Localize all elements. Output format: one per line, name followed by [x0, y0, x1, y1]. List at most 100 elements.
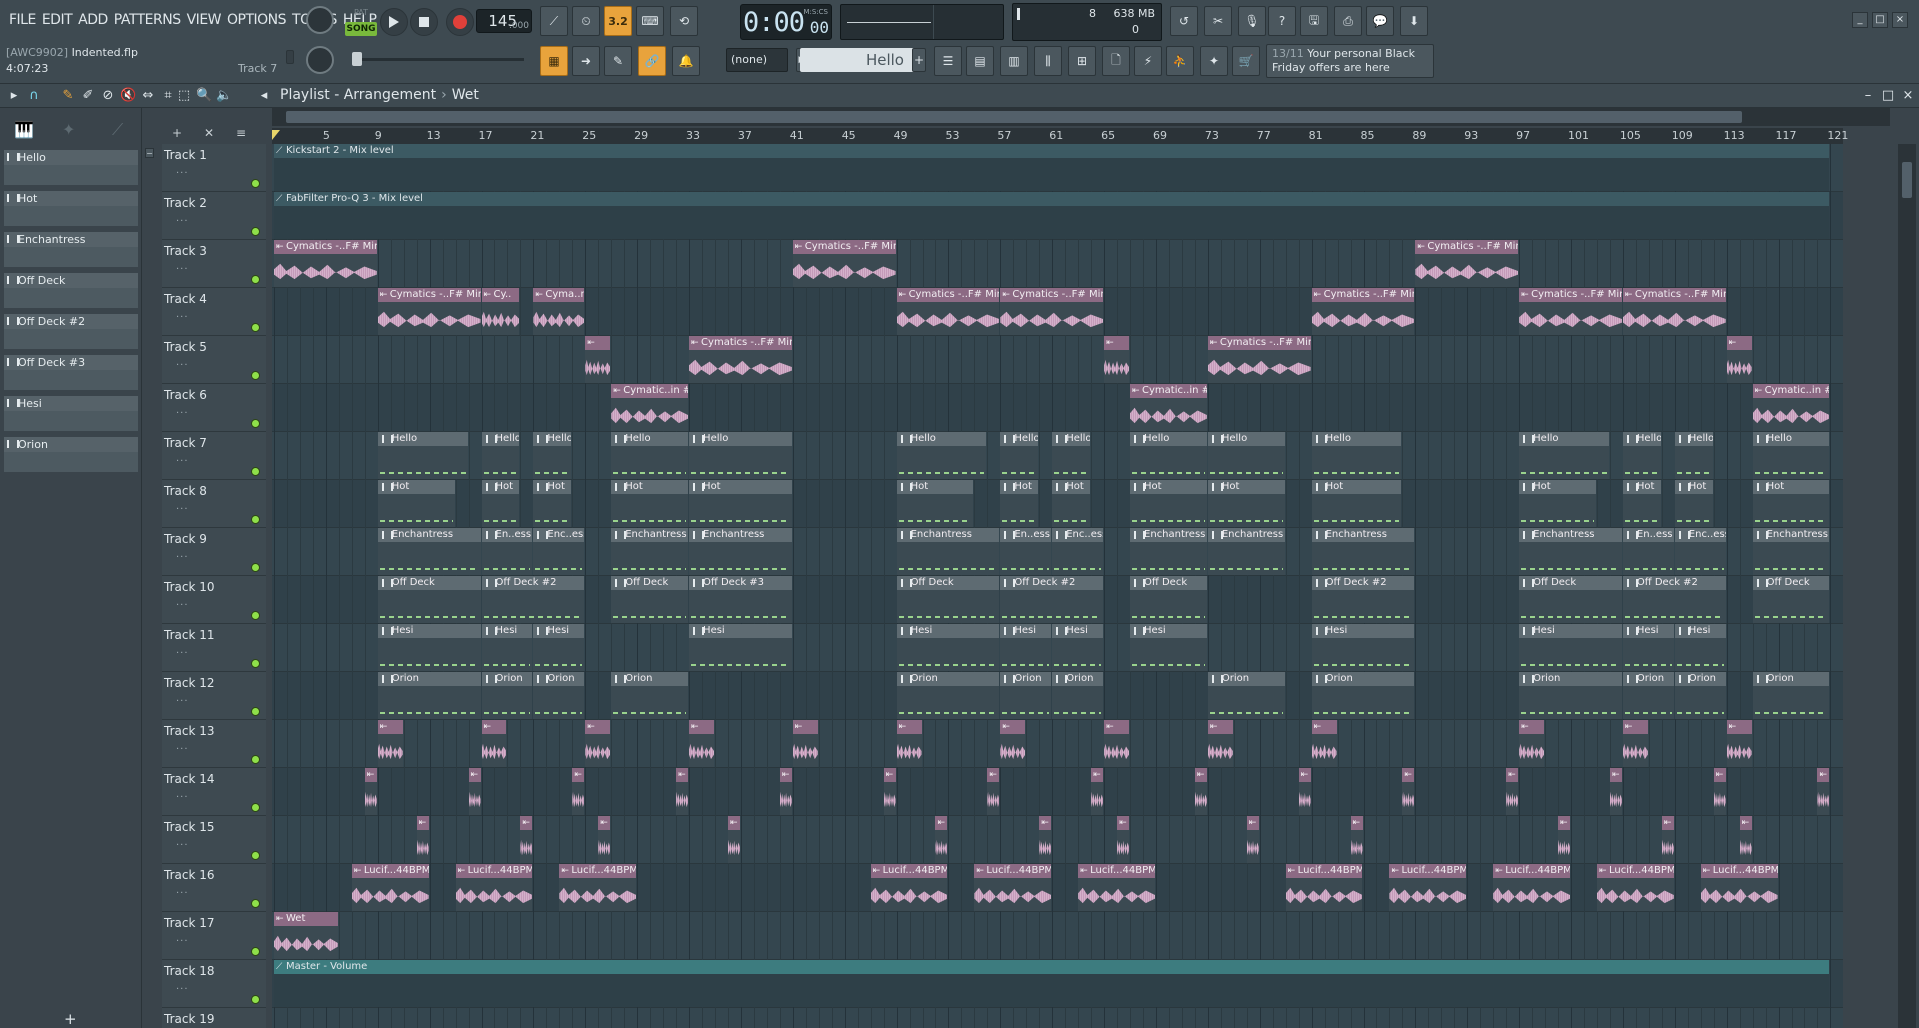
track-header[interactable]: Track 7 ··· [162, 432, 266, 480]
pat-clip[interactable]: Hello [896, 432, 987, 479]
metronome-bell-button[interactable]: 🔔 [672, 46, 700, 76]
track-mute-led[interactable] [251, 227, 260, 236]
audio-clip[interactable]: ⇤ [1039, 816, 1052, 863]
audio-clip[interactable]: ⇤ [585, 336, 611, 383]
vertical-scroll-thumb[interactable] [1902, 162, 1912, 198]
track-mute-led[interactable] [251, 851, 260, 860]
menu-patterns[interactable]: PATTERNS [111, 10, 184, 30]
pat-clip[interactable]: En..ess [1000, 528, 1052, 575]
pat-clip[interactable]: Hello [1000, 432, 1039, 479]
link-button[interactable]: 🔗 [638, 46, 666, 76]
audio-clip[interactable]: ⇤ Lucif...44BPM) [1493, 864, 1571, 911]
pat-clip[interactable]: Hot [1752, 480, 1830, 527]
audio-clip[interactable]: ⇤ [1713, 768, 1726, 815]
track-header[interactable]: Track 2 ··· [162, 192, 266, 240]
track-mute-led[interactable] [251, 275, 260, 284]
master-pitch-knob[interactable] [306, 46, 334, 74]
track-grip-icon[interactable]: ··· [176, 840, 189, 851]
tempo-display[interactable]: 145 .000 [476, 9, 532, 33]
audio-clip[interactable]: ⇤ Cy.. [481, 288, 520, 335]
pat-clip[interactable]: Orion [377, 672, 481, 719]
audio-clip[interactable]: ⇤ [1311, 720, 1337, 767]
track-mute-led[interactable] [251, 995, 260, 1004]
track-mute-led[interactable] [251, 419, 260, 428]
audio-clip[interactable]: ⇤ Cyma..n [533, 288, 585, 335]
help-button[interactable]: ? [1268, 6, 1296, 36]
menu-file[interactable]: FILE [6, 10, 39, 30]
track-header[interactable]: Track 14 ··· [162, 768, 266, 816]
track-header[interactable]: Track 15 ··· [162, 816, 266, 864]
pat-clip[interactable]: Hello [533, 432, 572, 479]
minimize-button[interactable]: _ [1852, 12, 1868, 28]
countdown-button[interactable]: 3.2 [604, 6, 632, 36]
audio-clip[interactable]: ⇤ [676, 768, 689, 815]
track-mute-led[interactable] [251, 707, 260, 716]
pat-clip[interactable]: Hello [1519, 432, 1609, 479]
pat-clip[interactable]: Enc..ess [1674, 528, 1726, 575]
audio-clip[interactable]: ⇤ [1622, 720, 1648, 767]
audio-clip[interactable]: ⇤ [377, 720, 403, 767]
mute-tool-icon[interactable]: 🔇 [120, 88, 136, 104]
audio-clip[interactable]: ⇤ [1519, 720, 1545, 767]
fruity-button[interactable]: ✦ [1200, 46, 1228, 76]
pat-clip[interactable]: Hot [481, 480, 520, 527]
timeline-ruler[interactable]: 5 9 13 17 21 25 29 33 37 41 45 49 53 57 61 65 69 73 77 81 85… [272, 128, 1848, 144]
audio-clip[interactable]: ⇤ [1117, 816, 1130, 863]
audio-clip[interactable]: ⇤ [883, 768, 896, 815]
auto-clip[interactable]: ⟋ Master - Volume [274, 960, 1830, 1007]
track-mute-led[interactable] [251, 563, 260, 572]
audio-clip[interactable]: ⇤ [598, 816, 611, 863]
track-grip-icon[interactable]: ··· [176, 744, 189, 755]
piano-roll-button[interactable]: ▤ [966, 46, 994, 76]
track-grip-icon[interactable]: ··· [176, 984, 189, 995]
track-header[interactable]: Track 5 ··· [162, 336, 266, 384]
picker-item[interactable]: Off Deck [4, 273, 138, 309]
add-track-icon[interactable]: + [172, 126, 182, 140]
track-mute-led[interactable] [251, 515, 260, 524]
pat-clip[interactable]: Hello [377, 432, 468, 479]
pat-clip[interactable]: Hot [1207, 480, 1285, 527]
pat-clip[interactable]: Orion [1000, 672, 1052, 719]
zoom-tool-icon[interactable]: 🔍 [196, 88, 212, 104]
auto-clip[interactable]: ⟋ FabFilter Pro-Q 3 - Mix level [274, 192, 1830, 239]
save-as-button[interactable]: ⎙ [1334, 6, 1362, 36]
horizontal-scroll-thumb[interactable] [286, 111, 1742, 123]
pat-clip[interactable]: Off Deck #3 [689, 576, 792, 623]
track-grip-icon[interactable]: ··· [176, 648, 189, 659]
menu-options[interactable]: OPTIONS [224, 10, 289, 30]
pat-clip[interactable]: Off Deck #2 [1000, 576, 1104, 623]
pat-clip[interactable]: Hot [1052, 480, 1091, 527]
pat-clip[interactable]: Orion [611, 672, 689, 719]
audio-clip[interactable]: ⇤ Cymatics -..F# Min [274, 240, 377, 287]
pat-clip[interactable]: Orion [1207, 672, 1285, 719]
track-header[interactable]: Track 19··· [162, 1008, 266, 1028]
pat-clip[interactable]: Hot [896, 480, 974, 527]
audio-clip[interactable]: ⇤ Lucif...44BPM) [455, 864, 533, 911]
pat-clip[interactable]: Hot [1674, 480, 1713, 527]
audio-clip[interactable]: ⇤ Lucif...44BPM) [1700, 864, 1778, 911]
audio-clip[interactable]: ⇤ Cymatics -..F# Min [377, 288, 481, 335]
pat-clip[interactable]: Orion [1674, 672, 1726, 719]
select-tool-icon[interactable]: ⬚ [176, 88, 192, 104]
pat-clip[interactable]: Hot [1622, 480, 1661, 527]
audio-clip[interactable]: ⇤ [1726, 720, 1752, 767]
store-button[interactable]: 🛒 [1232, 46, 1260, 76]
track-options-icon[interactable]: ✕ [204, 126, 214, 140]
audio-clip[interactable]: ⇤ Lucif...44BPM) [1596, 864, 1674, 911]
close-button[interactable]: × [1892, 12, 1908, 28]
pattern-selector-dropdown[interactable]: (none) [726, 48, 788, 72]
pat-clip[interactable]: Enchantress [1311, 528, 1415, 575]
audio-clip[interactable]: ⇤ Lucif...44BPM) [559, 864, 637, 911]
paint-tool-button[interactable]: ✎ [604, 46, 632, 76]
picker-item[interactable]: Hello [4, 150, 138, 186]
audio-clip[interactable]: ⇤ [689, 720, 714, 767]
audio-clip[interactable]: ⇤ [1350, 816, 1363, 863]
cpu-memory-monitor[interactable]: 8 638 MB 0 [1012, 3, 1162, 41]
song-position-clock[interactable]: 0:00 M:S:CS 00 [740, 4, 832, 40]
chat-button[interactable]: 💬 [1366, 6, 1394, 36]
audio-clip[interactable]: ⇤ [1402, 768, 1415, 815]
metronome-button[interactable]: ⟋ [540, 6, 568, 36]
add-pattern-button[interactable]: + [912, 48, 926, 72]
picker-scroll-button[interactable]: − [145, 148, 154, 158]
pat-clip[interactable]: Hot [689, 480, 792, 527]
